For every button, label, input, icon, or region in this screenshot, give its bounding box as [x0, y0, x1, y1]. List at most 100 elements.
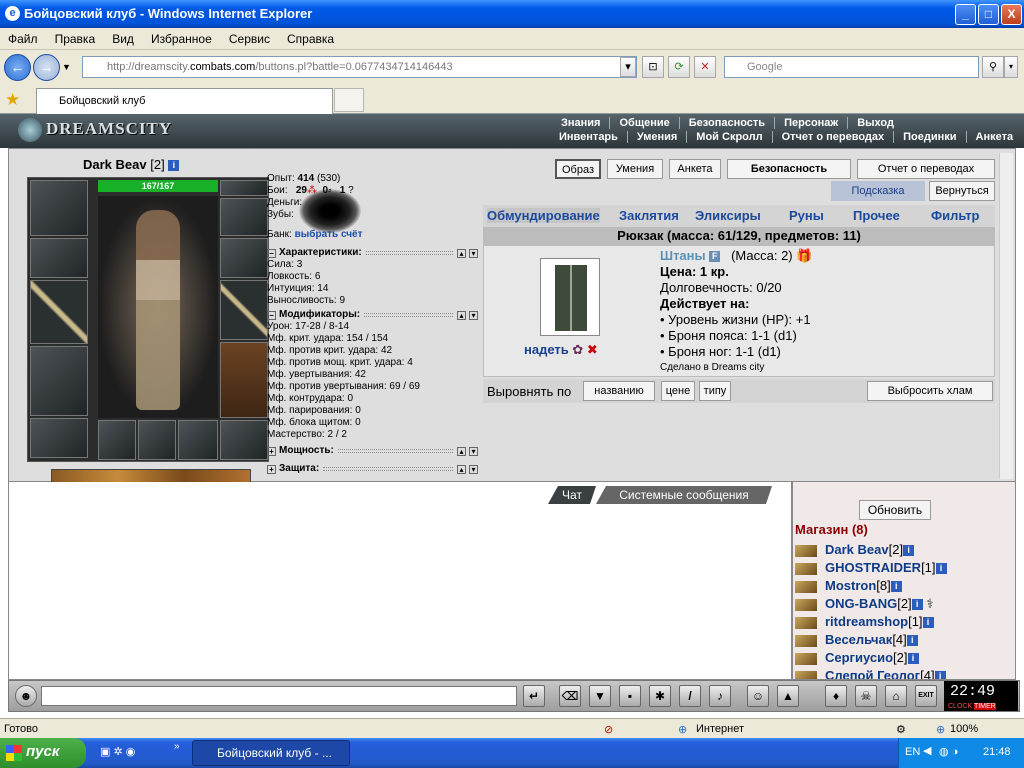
- stop-icon[interactable]: ✕: [694, 56, 716, 78]
- minimize-button[interactable]: _: [955, 4, 976, 25]
- user-name[interactable]: ritdreamshop: [825, 614, 908, 629]
- menu-help[interactable]: Справка: [279, 28, 340, 46]
- item-name[interactable]: Штаны: [660, 248, 706, 263]
- user-name[interactable]: Сергиусио: [825, 650, 893, 665]
- collapse-icon[interactable]: −: [267, 248, 276, 258]
- tab-equipment[interactable]: Обмундирование: [487, 208, 600, 223]
- info-icon[interactable]: i: [934, 671, 946, 679]
- system-messages-tab[interactable]: Системные сообщения: [596, 486, 772, 504]
- refresh-button[interactable]: Обновить: [859, 500, 931, 520]
- taskbar-ie-window[interactable]: Бойцовский клуб - ...: [192, 740, 350, 766]
- user-name[interactable]: Dark Beav: [825, 542, 889, 557]
- boots-slot[interactable]: [220, 420, 268, 460]
- expand-icon[interactable]: +: [267, 446, 276, 456]
- info-icon[interactable]: i: [890, 581, 902, 593]
- nav-inventory[interactable]: Инвентарь: [550, 131, 627, 143]
- info-icon[interactable]: i: [906, 635, 918, 647]
- security-button[interactable]: Безопасность: [727, 159, 851, 179]
- nav-skills[interactable]: Умения: [626, 131, 687, 143]
- history-dropdown-icon[interactable]: ▼: [62, 62, 71, 72]
- nav-my-scroll[interactable]: Мой Скролл: [686, 131, 772, 143]
- info-icon[interactable]: i: [907, 653, 919, 665]
- menu-favorites[interactable]: Избранное: [143, 28, 218, 46]
- arrow-up-icon[interactable]: ▴: [457, 464, 466, 474]
- expand-icon[interactable]: +: [267, 464, 276, 474]
- modifiers-section[interactable]: − Модификаторы: ▴ ▾: [267, 309, 481, 321]
- pants-slot[interactable]: [220, 342, 268, 418]
- nav-profile[interactable]: Анкета: [965, 131, 1023, 143]
- user-row[interactable]: Сергиусио[2] i: [795, 650, 919, 665]
- tab-elixirs[interactable]: Эликсиры: [695, 208, 761, 223]
- arrow-down-icon[interactable]: ▾: [469, 248, 478, 258]
- profile-button[interactable]: Анкета: [669, 159, 721, 179]
- defense-section[interactable]: + Защита: ▴ ▾: [267, 463, 481, 475]
- user-name[interactable]: Весельчак: [825, 632, 892, 647]
- equip-icon[interactable]: ✿: [572, 342, 583, 357]
- nav-security[interactable]: Безопасность: [678, 117, 775, 129]
- nav-fights[interactable]: Поединки: [893, 131, 966, 143]
- chat-area[interactable]: [8, 482, 792, 680]
- amulet-slot[interactable]: [220, 198, 268, 236]
- tab-filter[interactable]: Фильтр: [931, 208, 980, 223]
- nav-character[interactable]: Персонаж: [774, 117, 848, 129]
- home-icon[interactable]: ⌂: [885, 685, 907, 707]
- save-icon[interactable]: ▪: [619, 685, 641, 707]
- character-avatar[interactable]: [98, 196, 218, 418]
- start-button[interactable]: пуск: [0, 738, 86, 768]
- ring-slot-2[interactable]: [138, 420, 176, 460]
- ring-slot-1[interactable]: [98, 420, 136, 460]
- gloves-slot[interactable]: [220, 238, 268, 278]
- user-name[interactable]: Mostron: [825, 578, 876, 593]
- user-row[interactable]: Mostron[8] i: [795, 578, 902, 593]
- quicklaunch-more-icon[interactable]: »: [174, 741, 180, 752]
- search-input[interactable]: Google: [724, 56, 979, 78]
- back-button[interactable]: Вернуться: [929, 181, 995, 201]
- url-dropdown-icon[interactable]: ▾: [620, 57, 636, 77]
- fighter-icon[interactable]: ✱: [649, 685, 671, 707]
- skills-button[interactable]: Умения: [607, 159, 663, 179]
- info-icon[interactable]: i: [911, 599, 923, 611]
- arrow-up-icon[interactable]: ▴: [457, 248, 466, 258]
- chat-input[interactable]: [41, 686, 517, 706]
- nav-exit[interactable]: Выход: [847, 117, 903, 129]
- user-name[interactable]: Слепой Геолог: [825, 668, 920, 679]
- menu-file[interactable]: Файл: [0, 28, 44, 46]
- favorites-star-icon[interactable]: ★: [5, 90, 20, 110]
- smiles-icon[interactable]: ☺: [747, 685, 769, 707]
- smile-face-icon[interactable]: ☻: [15, 685, 37, 707]
- game-scrollbar[interactable]: [999, 153, 1013, 479]
- item-image[interactable]: [540, 258, 600, 336]
- user-row[interactable]: ONG-BANG[2] i ⚕: [795, 596, 933, 612]
- info-icon[interactable]: i: [903, 545, 915, 557]
- collapse-icon[interactable]: −: [267, 310, 276, 320]
- bracers-slot[interactable]: [30, 238, 88, 278]
- arrow-down-icon[interactable]: ▾: [469, 446, 478, 456]
- weapon-right-slot[interactable]: [220, 280, 268, 340]
- user-row[interactable]: Слепой Геолог[4] i: [795, 668, 946, 679]
- sound-icon[interactable]: ♪: [709, 685, 731, 707]
- language-indicator[interactable]: EN: [905, 746, 920, 758]
- protected-mode-icon[interactable]: ⚙: [896, 723, 906, 736]
- quick-items-belt[interactable]: [51, 469, 251, 483]
- search-options-icon[interactable]: ▾: [1004, 56, 1018, 78]
- transfer-report-button[interactable]: Отчет о переводах: [857, 159, 995, 179]
- new-tab-button[interactable]: [334, 88, 364, 112]
- search-icon[interactable]: ⚲: [982, 56, 1004, 78]
- wear-link[interactable]: надеть: [524, 342, 569, 357]
- user-row[interactable]: GHOSTRAIDER[1] i: [795, 560, 947, 575]
- arrow-down-icon[interactable]: ▾: [469, 464, 478, 474]
- user-row[interactable]: ritdreamshop[1] i: [795, 614, 934, 629]
- tab-runes[interactable]: Руны: [789, 208, 824, 223]
- mask-icon[interactable]: ☠: [855, 685, 877, 707]
- ring-slot-3[interactable]: [178, 420, 218, 460]
- arrow-up-icon[interactable]: ▴: [457, 310, 466, 320]
- filter-icon[interactable]: ▼: [589, 685, 611, 707]
- zoom-level[interactable]: 100%: [950, 723, 978, 735]
- popup-blocker-icon[interactable]: ⊘: [604, 723, 613, 736]
- info-icon[interactable]: i: [922, 617, 934, 629]
- tray-icons[interactable]: ◍ ◑: [939, 745, 958, 758]
- info-icon[interactable]: i: [935, 563, 947, 575]
- nav-transfer-report[interactable]: Отчет о переводах: [771, 131, 894, 143]
- nav-knowledge[interactable]: Знания: [552, 117, 609, 129]
- tab-spells[interactable]: Заклятия: [619, 208, 679, 223]
